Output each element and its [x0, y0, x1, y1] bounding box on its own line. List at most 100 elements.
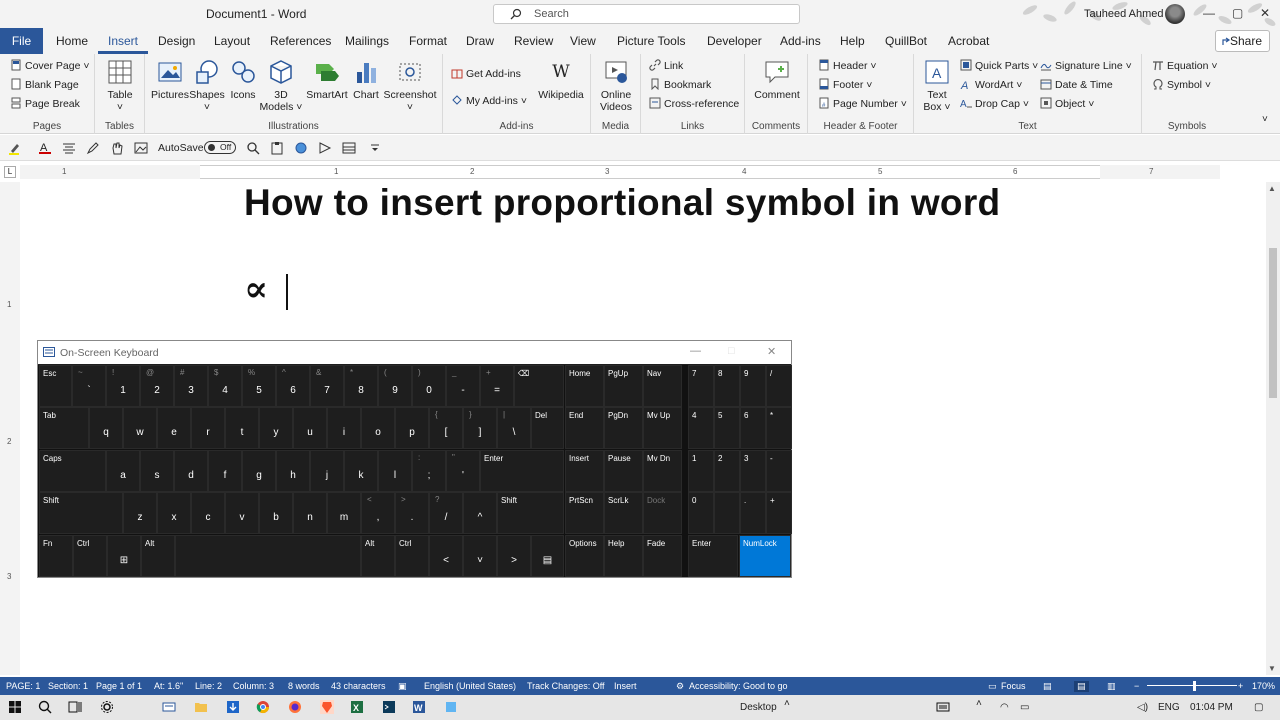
status-characters[interactable]: 43 characters: [331, 681, 386, 691]
keyboard-key[interactable]: <: [429, 535, 463, 577]
zoom-slider[interactable]: [1147, 685, 1237, 686]
tab-picture-tools[interactable]: Picture Tools: [617, 34, 685, 48]
share-button[interactable]: Share: [1215, 30, 1270, 52]
zoom-in-button[interactable]: +: [1238, 681, 1243, 691]
accessibility-icon[interactable]: ⚙: [676, 681, 684, 692]
backspace-key[interactable]: ⌫: [514, 365, 564, 407]
osk-close-button[interactable]: ✕: [767, 345, 776, 358]
tab-draw[interactable]: Draw: [466, 34, 494, 48]
vertical-ruler[interactable]: 1 2 3: [0, 182, 20, 675]
keyboard-key[interactable]: z: [123, 492, 157, 534]
search-icon[interactable]: [246, 141, 260, 155]
keyboard-key[interactable]: Fn: [39, 535, 73, 577]
download-icon[interactable]: [226, 700, 240, 714]
nav-key[interactable]: PgUp: [604, 365, 643, 407]
image-edit-icon[interactable]: [134, 141, 148, 155]
nav-key[interactable]: PrtScn: [565, 492, 604, 534]
nav-key[interactable]: Pause: [604, 450, 643, 492]
zoom-out-button[interactable]: −: [1134, 681, 1139, 691]
status-page-of[interactable]: Page 1 of 1: [96, 681, 142, 691]
keyboard-key[interactable]: c: [191, 492, 225, 534]
keyboard-key[interactable]: ˅: [463, 535, 497, 577]
pen-icon[interactable]: [86, 141, 100, 155]
keyboard-key[interactable]: Alt: [141, 535, 175, 577]
desktop-chevron-icon[interactable]: ˄: [784, 698, 790, 709]
shapes-button[interactable]: Shapes ˅: [189, 58, 225, 113]
keyboard-key[interactable]: Ctrl: [395, 535, 429, 577]
nav-key[interactable]: Mv Up: [643, 407, 682, 449]
numpad-key[interactable]: 2: [714, 450, 740, 492]
keyboard-key[interactable]: >.: [395, 492, 429, 534]
close-button[interactable]: ✕: [1260, 6, 1270, 20]
scroll-down-arrow[interactable]: ▼: [1268, 664, 1276, 673]
tab-file[interactable]: File: [0, 28, 43, 54]
network-icon[interactable]: ▭: [1020, 702, 1029, 713]
web-layout-icon[interactable]: ▥: [1107, 681, 1116, 692]
nav-key[interactable]: Fade: [643, 535, 682, 577]
excel-icon[interactable]: X: [350, 700, 364, 714]
paste-icon[interactable]: [270, 141, 284, 155]
pictures-button[interactable]: Pictures: [150, 58, 190, 101]
hand-icon[interactable]: [110, 141, 124, 155]
keyboard-key[interactable]: v: [225, 492, 259, 534]
caps-lock-key[interactable]: Caps: [39, 450, 106, 492]
keyboard-key[interactable]: @2: [140, 365, 174, 407]
table-button[interactable]: Table ˅: [103, 58, 137, 113]
nav-key[interactable]: ScrLk: [604, 492, 643, 534]
status-focus[interactable]: Focus: [1001, 681, 1026, 691]
nav-key[interactable]: Dock: [643, 492, 682, 534]
numpad-key[interactable]: 3: [740, 450, 766, 492]
keyboard-key[interactable]: x: [157, 492, 191, 534]
status-track-changes[interactable]: Track Changes: Off: [527, 681, 605, 691]
object-button[interactable]: Object ˅: [1040, 97, 1094, 110]
bookmark-button[interactable]: Bookmark: [649, 78, 711, 91]
send-icon[interactable]: [318, 141, 332, 155]
nav-key[interactable]: Help: [604, 535, 643, 577]
align-icon[interactable]: [62, 141, 76, 155]
scroll-up-arrow[interactable]: ▲: [1268, 184, 1276, 193]
keyboard-key[interactable]: u: [293, 407, 327, 449]
file-explorer-icon[interactable]: [194, 700, 208, 714]
wordart-button[interactable]: A WordArt ˅: [960, 78, 1022, 91]
tab-review[interactable]: Review: [514, 34, 553, 48]
keyboard-key[interactable]: e: [157, 407, 191, 449]
tab-home[interactable]: Home: [56, 34, 88, 48]
tab-insert[interactable]: Insert: [97, 34, 149, 54]
terminal-icon[interactable]: [382, 700, 396, 714]
numpad-key[interactable]: [714, 492, 740, 534]
shift-key[interactable]: Shift: [497, 492, 564, 534]
keyboard-key[interactable]: w: [123, 407, 157, 449]
numpad-key[interactable]: +: [766, 492, 792, 534]
tab-addins[interactable]: Add-ins: [780, 34, 821, 48]
keyboard-key[interactable]: k: [344, 450, 378, 492]
shift-key[interactable]: Shift: [39, 492, 123, 534]
equation-button[interactable]: Equation ˅: [1152, 59, 1218, 72]
keyboard-key[interactable]: h: [276, 450, 310, 492]
print-layout-icon[interactable]: ▤: [1074, 681, 1089, 692]
input-language[interactable]: ENG: [1158, 702, 1180, 713]
status-line[interactable]: Line: 2: [195, 681, 222, 691]
numpad-key[interactable]: 8: [714, 365, 740, 407]
brave-icon[interactable]: [320, 700, 334, 714]
restore-button[interactable]: ▢: [1232, 6, 1243, 20]
keyboard-key[interactable]: % 5: [242, 365, 276, 407]
quick-parts-button[interactable]: Quick Parts ˅: [960, 59, 1038, 72]
keyboard-key[interactable]: g: [242, 450, 276, 492]
numpad-key[interactable]: 6: [740, 407, 766, 449]
icons-button[interactable]: Icons: [227, 58, 259, 101]
get-addins-button[interactable]: Get Add-ins: [451, 67, 521, 80]
page-number-button[interactable]: # Page Number ˅: [818, 97, 907, 110]
keyboard-key[interactable]: $4: [208, 365, 242, 407]
collapse-ribbon-button[interactable]: ˅: [1262, 114, 1268, 125]
search-icon[interactable]: [38, 700, 52, 714]
comment-button[interactable]: Comment: [751, 58, 803, 101]
osk-title-bar[interactable]: On-Screen Keyboard — □ ✕: [38, 341, 791, 364]
keyboard-key[interactable]: * 8: [344, 365, 378, 407]
avatar[interactable]: [1165, 4, 1185, 24]
keyboard-key[interactable]: >: [497, 535, 531, 577]
nav-key[interactable]: Insert: [565, 450, 604, 492]
numlock-key[interactable]: NumLock: [739, 535, 791, 577]
text-box-button[interactable]: A Text Box ˅: [920, 58, 954, 113]
horizontal-ruler[interactable]: 1 1 2 3 4 5 6 7: [20, 165, 1220, 179]
tab-design[interactable]: Design: [158, 34, 195, 48]
